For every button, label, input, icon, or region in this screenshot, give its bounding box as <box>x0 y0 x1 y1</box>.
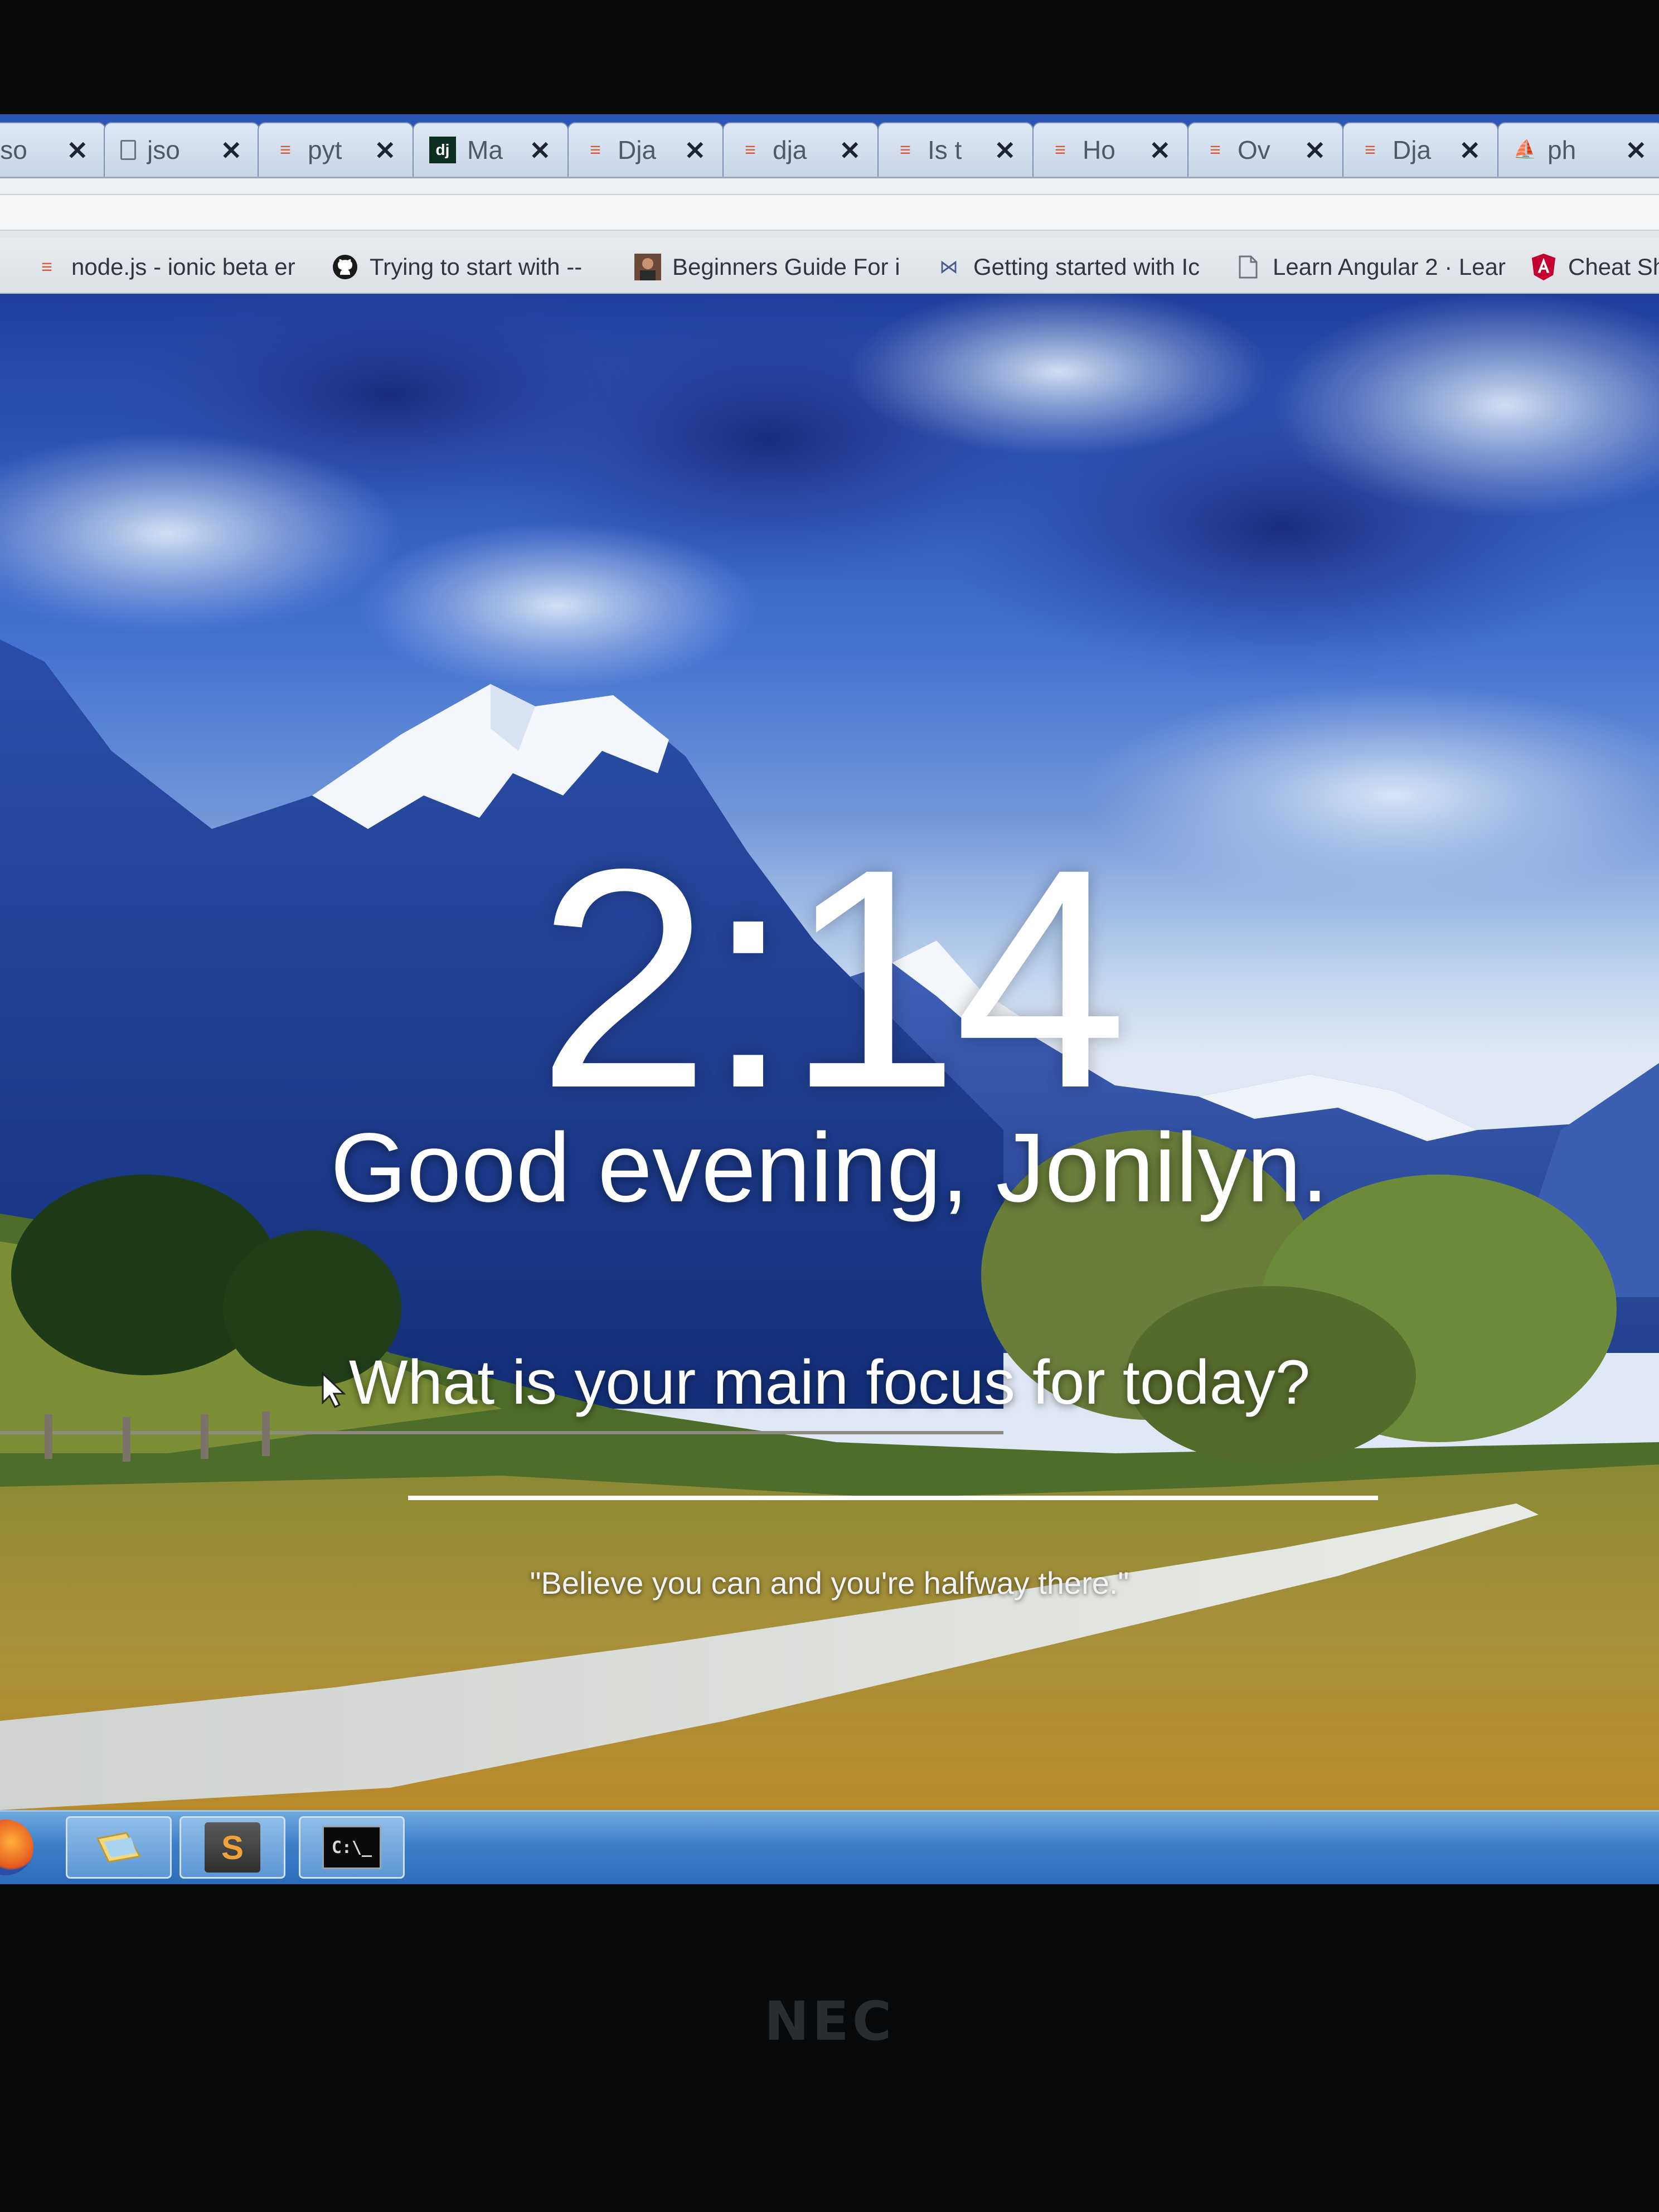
close-tab-icon[interactable]: ✕ <box>684 135 706 166</box>
bookmark-label: Trying to start with -- <box>370 254 583 280</box>
stackoverflow-icon: ≡ <box>1365 139 1376 161</box>
address-bar-area <box>0 177 1659 238</box>
bookmark-label: Getting started with Ic <box>973 254 1200 280</box>
visual-studio-icon: ⋈ <box>939 256 958 278</box>
stackoverflow-icon: ≡ <box>41 256 52 278</box>
close-tab-icon[interactable]: ✕ <box>1625 135 1647 166</box>
stackoverflow-icon: ≡ <box>590 139 601 161</box>
bookmark-item[interactable]: Cheat Sh <box>1530 251 1659 283</box>
browser-tab[interactable]: ≡ Is t ✕ <box>877 122 1034 177</box>
tab-title: dja <box>773 135 807 164</box>
focus-question: What is your main focus for today? <box>348 1347 1311 1417</box>
firefox-icon[interactable] <box>0 1820 33 1875</box>
taskbar-button[interactable] <box>66 1816 172 1879</box>
close-tab-icon[interactable]: ✕ <box>994 135 1016 166</box>
clock-time: 2:14 <box>537 804 1128 1153</box>
tab-title: Dja <box>1393 135 1432 164</box>
tab-title: Ho <box>1083 135 1115 164</box>
browser-tab[interactable]: ≡ Dja ✕ <box>1342 122 1498 177</box>
close-tab-icon[interactable]: ✕ <box>220 135 242 166</box>
tab-title: jso <box>147 135 180 164</box>
close-tab-icon[interactable]: ✕ <box>1304 135 1326 166</box>
taskbar-button[interactable]: S <box>180 1816 285 1879</box>
tab-title: jso <box>0 135 27 164</box>
quote-text[interactable]: "Believe you can and you're halfway ther… <box>0 1564 1659 1603</box>
browser-tab[interactable]: ≡ pyt ✕ <box>258 122 414 177</box>
close-tab-icon[interactable]: ✕ <box>1459 135 1481 166</box>
tab-title: Is t <box>928 135 962 164</box>
bookmark-label: node.js - ionic beta er <box>71 254 295 280</box>
stackoverflow-icon: ≡ <box>1210 139 1221 161</box>
bookmark-item[interactable]: ≡ node.js - ionic beta er <box>33 251 295 283</box>
bookmark-label: Cheat Sh <box>1568 254 1659 280</box>
browser-tab[interactable]: ≡ dja ✕ <box>722 122 879 177</box>
close-tab-icon[interactable]: ✕ <box>839 135 861 166</box>
browser-tab[interactable]: ≡ Ho ✕ <box>1032 122 1189 177</box>
bookmark-label: Learn Angular 2 · Lear <box>1273 254 1506 280</box>
bookmarks-bar: ≡ node.js - ionic beta er Trying to star… <box>0 238 1659 294</box>
tab-title: Ov <box>1238 135 1270 164</box>
bookmark-label: Beginners Guide For i <box>672 254 900 280</box>
stackoverflow-icon: ≡ <box>1055 139 1066 161</box>
stackoverflow-icon: ≡ <box>900 139 911 161</box>
close-tab-icon[interactable]: ✕ <box>66 135 88 166</box>
stackoverflow-icon: ≡ <box>745 139 756 161</box>
taskbar-button[interactable]: C:\_ <box>299 1816 405 1879</box>
browser-tab[interactable]: ≡ Ov ✕ <box>1187 122 1343 177</box>
tab-title: ph <box>1548 135 1576 164</box>
bookmark-item[interactable]: Trying to start with -- <box>332 251 582 283</box>
monitor-screen: jso ✕ jso ✕ ≡ pyt ✕ dj Ma ✕ ≡ Dja ✕ <box>0 114 1659 1884</box>
bookmark-item[interactable]: Learn Angular 2 · Lear <box>1235 251 1506 283</box>
django-icon: dj <box>429 137 456 163</box>
avatar-icon <box>634 254 661 280</box>
browser-tab[interactable]: dj Ma ✕ <box>413 122 569 177</box>
stackoverflow-icon: ≡ <box>280 139 291 161</box>
browser-tab[interactable]: jso ✕ <box>104 122 260 177</box>
tab-title: pyt <box>308 135 342 164</box>
greeting-text: Good evening, Jonilyn. <box>330 1113 1329 1223</box>
mouse-cursor-icon <box>322 1371 346 1409</box>
browser-tab[interactable]: jso ✕ <box>0 122 106 177</box>
tab-title: Dja <box>618 135 657 164</box>
sublime-text-icon: S <box>205 1822 260 1873</box>
bookmark-item[interactable]: ⋈ Getting started with Ic <box>935 251 1200 283</box>
photo-frame: jso ✕ jso ✕ ≡ pyt ✕ dj Ma ✕ ≡ Dja ✕ <box>0 0 1659 2212</box>
browser-tab[interactable]: ≡ Dja ✕ <box>567 122 724 177</box>
angular-icon <box>1530 254 1557 280</box>
windows-explorer-icon <box>92 1824 145 1871</box>
browser-tab-strip: jso ✕ jso ✕ ≡ pyt ✕ dj Ma ✕ ≡ Dja ✕ <box>0 114 1659 177</box>
windows-taskbar: S C:\_ <box>0 1810 1659 1884</box>
document-icon <box>120 140 136 160</box>
monitor-brand-logo: NEC <box>764 1990 895 2053</box>
close-tab-icon[interactable]: ✕ <box>1149 135 1171 166</box>
focus-input[interactable] <box>408 1447 1378 1500</box>
close-tab-icon[interactable]: ✕ <box>374 135 396 166</box>
bookmark-item[interactable]: Beginners Guide For i <box>634 251 900 283</box>
github-icon <box>332 254 358 280</box>
tab-title: Ma <box>467 135 503 164</box>
close-tab-icon[interactable]: ✕ <box>529 135 551 166</box>
phpmyadmin-icon: ⛵ <box>1513 139 1537 161</box>
browser-tab[interactable]: ⛵ ph ✕ <box>1497 122 1659 177</box>
address-input[interactable] <box>0 194 1659 231</box>
command-prompt-icon: C:\_ <box>322 1826 381 1869</box>
document-icon <box>1235 254 1262 280</box>
